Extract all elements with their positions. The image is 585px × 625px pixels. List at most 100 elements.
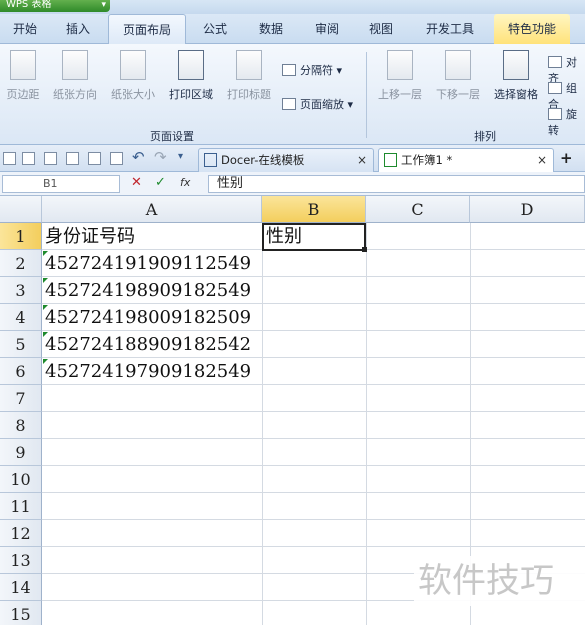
chevron-down-icon: ▾ (101, 0, 106, 10)
tab-view[interactable]: 视图 (358, 14, 404, 44)
close-icon[interactable]: × (357, 149, 367, 171)
row-header-6[interactable]: 6 (0, 358, 42, 385)
rotate-button[interactable]: 旋转 (548, 106, 585, 138)
row-header-5[interactable]: 5 (0, 331, 42, 358)
tab-data[interactable]: 数据 (248, 14, 294, 44)
row-header-4[interactable]: 4 (0, 304, 42, 331)
breaks-button[interactable]: 分隔符 ▾ (282, 62, 342, 78)
send-backward-button[interactable]: 下移一层 (430, 50, 486, 102)
undo-icon[interactable]: ↶ (132, 148, 145, 166)
tab-page-layout[interactable]: 页面布局 (108, 14, 186, 45)
print-titles-label: 打印标题 (227, 88, 271, 101)
row-header-14[interactable]: 14 (0, 574, 42, 601)
orientation-icon (62, 50, 88, 80)
app-menu-button[interactable]: WPS 表格 ▾ (0, 0, 110, 12)
formula-input[interactable]: 性别 (208, 175, 585, 193)
tab-insert[interactable]: 插入 (54, 14, 102, 44)
row-gridline (42, 492, 585, 493)
row-gridline (42, 519, 585, 520)
cell-a1[interactable]: 身份证号码 (42, 223, 135, 250)
bring-forward-label: 上移一层 (378, 88, 422, 101)
ribbon-divider (366, 52, 367, 138)
group-icon (548, 82, 562, 94)
name-box[interactable]: B1 (2, 175, 120, 193)
column-header-b[interactable]: B (262, 196, 366, 223)
text-number-indicator-icon (43, 332, 48, 337)
customize-toolbar-icon[interactable]: ▾ (178, 151, 183, 162)
redo-icon[interactable]: ↷ (154, 148, 167, 166)
tab-developer[interactable]: 开发工具 (414, 14, 486, 44)
row-header-13[interactable]: 13 (0, 547, 42, 574)
print-area-icon (178, 50, 204, 80)
tab-special-features[interactable]: 特色功能 (494, 14, 570, 44)
spreadsheet-app: WPS 表格 ▾ 开始 插入 页面布局 公式 数据 审阅 视图 开发工具 特色功… (0, 0, 585, 625)
row-gridline (42, 465, 585, 466)
row-header-10[interactable]: 10 (0, 466, 42, 493)
selection-pane-button[interactable]: 选择窗格 (488, 50, 544, 102)
tab-formulas[interactable]: 公式 (192, 14, 238, 44)
row-header-9[interactable]: 9 (0, 439, 42, 466)
paper-size-icon (120, 50, 146, 80)
cancel-icon[interactable]: ✕ (131, 175, 142, 190)
paper-size-label: 纸张大小 (111, 88, 155, 101)
column-header-c[interactable]: C (366, 196, 470, 223)
row-header-2[interactable]: 2 (0, 250, 42, 277)
row-header-11[interactable]: 11 (0, 493, 42, 520)
select-all-corner[interactable] (0, 196, 42, 223)
open-folder-icon[interactable] (22, 152, 35, 165)
tab-workbook1[interactable]: 工作簿1 * × (378, 148, 554, 172)
page-zoom-icon (282, 98, 296, 110)
cell-a3[interactable]: 452724198909182549 (42, 277, 251, 304)
tab-review[interactable]: 审阅 (304, 14, 350, 44)
bring-forward-button[interactable]: 上移一层 (372, 50, 428, 102)
text-number-indicator-icon (43, 251, 48, 256)
app-label: WPS 表格 (6, 0, 52, 10)
text-number-indicator-icon (43, 359, 48, 364)
new-tab-button[interactable]: + (560, 149, 573, 167)
column-gridline (262, 223, 263, 625)
confirm-icon[interactable]: ✓ (155, 175, 166, 190)
column-gridline (366, 223, 367, 625)
spreadsheet-file-icon (384, 153, 397, 167)
cell-a4[interactable]: 452724198009182509 (42, 304, 251, 331)
close-icon[interactable]: × (537, 149, 547, 171)
row-header-15[interactable]: 15 (0, 601, 42, 625)
active-cell-border (262, 223, 366, 251)
save-icon[interactable] (44, 152, 57, 165)
cell-a2[interactable]: 452724191909112549 (42, 250, 251, 277)
send-backward-label: 下移一层 (436, 88, 480, 101)
export-pdf-icon[interactable] (66, 152, 79, 165)
new-file-icon[interactable] (3, 152, 16, 165)
margins-button[interactable]: 页边距 (2, 50, 44, 102)
watermark: 软件技巧 (414, 556, 585, 606)
print-icon[interactable] (88, 152, 101, 165)
tab-docer-templates[interactable]: Docer-在线模板 × (198, 148, 374, 172)
row-gridline (42, 438, 585, 439)
insert-function-icon[interactable]: fx (180, 176, 190, 189)
fill-handle[interactable] (362, 247, 367, 252)
arrange-group-label: 排列 (474, 130, 496, 143)
print-preview-icon[interactable] (110, 152, 123, 165)
column-header-d[interactable]: D (470, 196, 585, 223)
orientation-button[interactable]: 纸张方向 (48, 50, 102, 102)
print-titles-button[interactable]: 打印标题 (222, 50, 276, 102)
row-header-7[interactable]: 7 (0, 385, 42, 412)
cell-a5[interactable]: 452724188909182542 (42, 331, 251, 358)
formula-bar: B1 ✕ ✓ fx 性别 (0, 172, 585, 196)
tab-home[interactable]: 开始 (2, 14, 48, 44)
print-area-button[interactable]: 打印区域 (164, 50, 218, 102)
row-header-3[interactable]: 3 (0, 277, 42, 304)
page-zoom-button[interactable]: 页面缩放 ▾ (282, 96, 353, 112)
document-tab-bar: ↶ ↷ ▾ Docer-在线模板 × 工作簿1 * × + (0, 145, 585, 172)
row-header-12[interactable]: 12 (0, 520, 42, 547)
rotate-icon (548, 108, 562, 120)
menu-tab-bar: 开始 插入 页面布局 公式 数据 审阅 视图 开发工具 特色功能 (0, 14, 585, 45)
print-area-label: 打印区域 (169, 88, 213, 101)
column-header-a[interactable]: A (42, 196, 262, 223)
row-gridline (42, 411, 585, 412)
cell-a6[interactable]: 452724197909182549 (42, 358, 251, 385)
bring-forward-icon (387, 50, 413, 80)
paper-size-button[interactable]: 纸张大小 (106, 50, 160, 102)
row-header-8[interactable]: 8 (0, 412, 42, 439)
row-header-1[interactable]: 1 (0, 223, 42, 250)
